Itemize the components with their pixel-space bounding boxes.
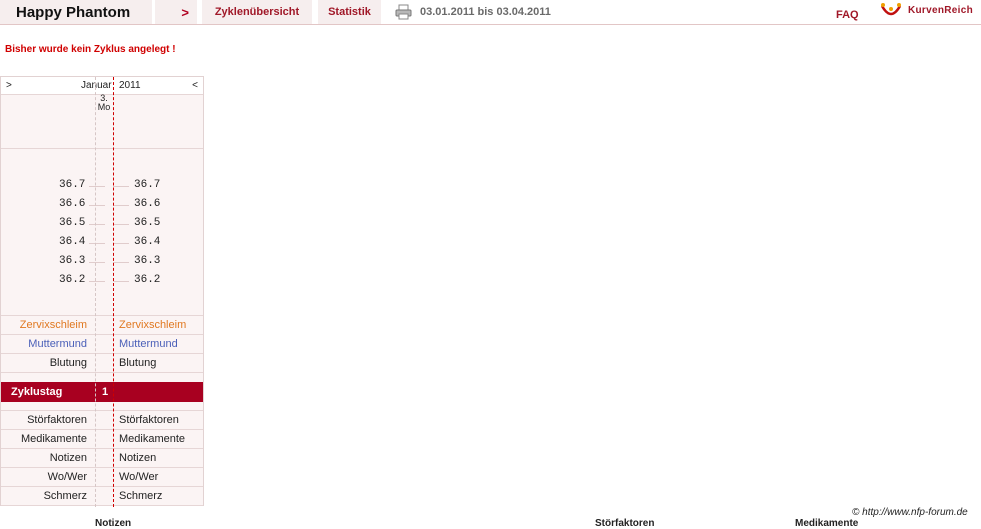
temp-tick — [113, 281, 129, 282]
medikamente-label-right: Medikamente — [119, 433, 186, 445]
temp-label-right: 36.6 — [134, 198, 161, 210]
temp-label-left: 36.6 — [59, 198, 86, 210]
temp-label-left: 36.5 — [59, 217, 86, 229]
notizen-label-right: Notizen — [119, 452, 157, 464]
day-header[interactable]: 3. Mo — [95, 94, 113, 148]
temp-tick — [113, 186, 129, 187]
month-label: Januar — [81, 80, 112, 91]
row-stoerfaktoren[interactable]: Störfaktoren Störfaktoren — [1, 411, 203, 430]
temp-label-right: 36.2 — [134, 274, 161, 286]
warning-message: Bisher wurde kein Zyklus angelegt ! — [5, 44, 176, 55]
temp-tick — [113, 243, 129, 244]
temp-tick — [89, 281, 105, 282]
divider — [1, 148, 203, 149]
blutung-label-right: Blutung — [119, 357, 157, 369]
row-medikamente[interactable]: Medikamente Medikamente — [1, 430, 203, 449]
date-range: 03.01.2011 bis 03.04.2011 — [420, 6, 551, 18]
notizen-label: Notizen — [49, 452, 87, 464]
faq-link[interactable]: FAQ — [836, 0, 859, 30]
menu-toggle-button[interactable]: > — [155, 0, 197, 24]
wo-wer-label-right: Wo/Wer — [119, 471, 159, 483]
zervixschleim-label-right: Zervixschleim — [119, 319, 187, 331]
cycle-chart: > Januar 2011 < 3. Mo 36.7 36.7 36.6 36.6 36… — [0, 76, 204, 507]
wo-wer-label: Wo/Wer — [47, 471, 87, 483]
temp-label-left: 36.2 — [59, 274, 86, 286]
row-zervixschleim[interactable]: Zervixschleim Zervixschleim — [1, 316, 203, 335]
tab-statistik[interactable]: Statistik — [318, 0, 381, 24]
grid-line — [95, 77, 96, 507]
prev-month-button[interactable]: > — [6, 77, 12, 94]
medikamente-label: Medikamente — [20, 433, 87, 445]
top-bar: Happy Phantom > Zyklenübersicht Statisti… — [0, 0, 981, 25]
temp-label-right: 36.4 — [134, 236, 161, 248]
zervixschleim-label: Zervixschleim — [19, 319, 87, 331]
row-blutung[interactable]: Blutung Blutung — [1, 354, 203, 373]
temp-tick — [113, 224, 129, 225]
row-notizen[interactable]: Notizen Notizen — [1, 449, 203, 468]
stoerfaktoren-label-right: Störfaktoren — [119, 414, 179, 426]
temp-label-right: 36.3 — [134, 255, 161, 267]
user-name: Happy Phantom — [0, 0, 152, 24]
muttermund-label: Muttermund — [28, 338, 87, 350]
year-label: 2011 — [119, 80, 141, 91]
schmerz-label-right: Schmerz — [119, 490, 163, 502]
temp-label-right: 36.5 — [134, 217, 161, 229]
temp-tick — [89, 186, 105, 187]
next-month-button[interactable]: < — [192, 77, 198, 94]
tab-zyklenuebersicht[interactable]: Zyklenübersicht — [202, 0, 312, 24]
day-name: Mo — [97, 102, 111, 112]
schmerz-label: Schmerz — [43, 490, 87, 502]
zyklustag-label: Zyklustag — [11, 386, 63, 398]
temp-label-left: 36.3 — [59, 255, 86, 267]
kurvenreich-logo-icon — [880, 3, 902, 16]
temp-label-right: 36.7 — [134, 179, 161, 191]
blutung-label: Blutung — [49, 357, 87, 369]
stoerfaktoren-label: Störfaktoren — [27, 414, 87, 426]
muttermund-label-right: Muttermund — [119, 338, 178, 350]
temp-tick — [89, 243, 105, 244]
brand-name: KurvenReich — [908, 5, 973, 16]
footer-label-notizen: Notizen — [95, 518, 132, 529]
row-wo-wer[interactable]: Wo/Wer Wo/Wer — [1, 468, 203, 487]
printer-icon[interactable] — [395, 4, 412, 20]
temp-tick — [89, 262, 105, 263]
temp-label-left: 36.4 — [59, 236, 86, 248]
temp-label-left: 36.7 — [59, 179, 86, 191]
footer-label-stoerfaktoren: Störfaktoren — [595, 518, 655, 529]
zyklustag-value: 1 — [102, 386, 109, 398]
temp-tick — [113, 205, 129, 206]
footer-label-medikamente: Medikamente — [795, 518, 859, 529]
row-muttermund[interactable]: Muttermund Muttermund — [1, 335, 203, 354]
copyright-notice: © http://www.nfp-forum.de — [852, 507, 968, 518]
today-marker-line — [113, 77, 114, 507]
temp-tick — [113, 262, 129, 263]
row-zyklustag: Zyklustag 1 — [1, 382, 203, 402]
temp-tick — [89, 205, 105, 206]
temp-tick — [89, 224, 105, 225]
row-schmerz[interactable]: Schmerz Schmerz — [1, 487, 203, 506]
